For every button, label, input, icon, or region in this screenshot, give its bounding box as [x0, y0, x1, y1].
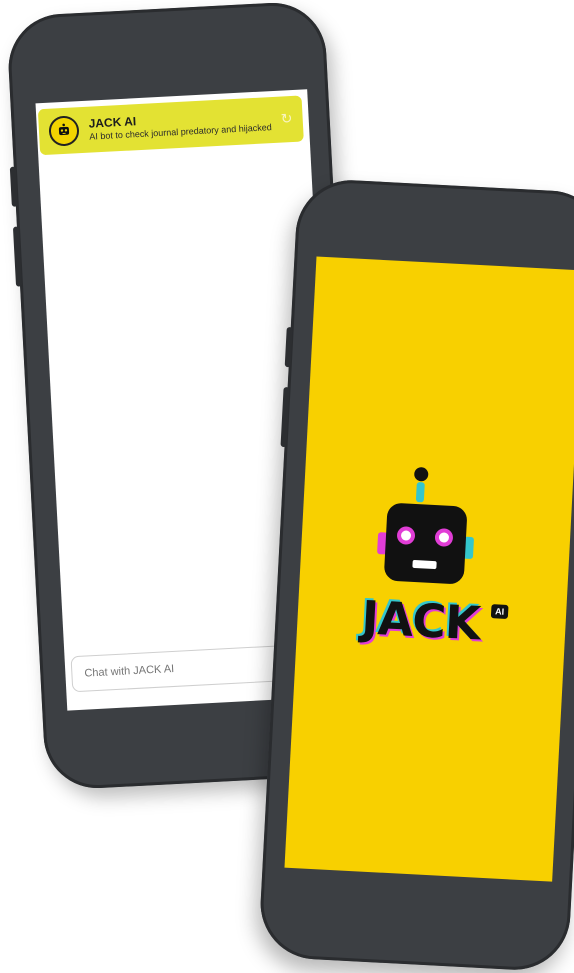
robot-icon: [58, 123, 70, 136]
brand-wordmark: JACK: [360, 590, 482, 651]
jack-ai-logo: JACK AI: [350, 459, 520, 667]
bot-avatar: [48, 115, 80, 147]
refresh-icon[interactable]: ↻: [278, 110, 295, 127]
robot-head-icon: [377, 467, 474, 584]
ai-badge: AI: [490, 604, 509, 619]
chat-header: JACK AI AI bot to check journal predator…: [37, 95, 304, 156]
splash-screen: JACK AI: [284, 256, 574, 882]
phone-splash-mockup: JACK AI: [257, 177, 574, 973]
